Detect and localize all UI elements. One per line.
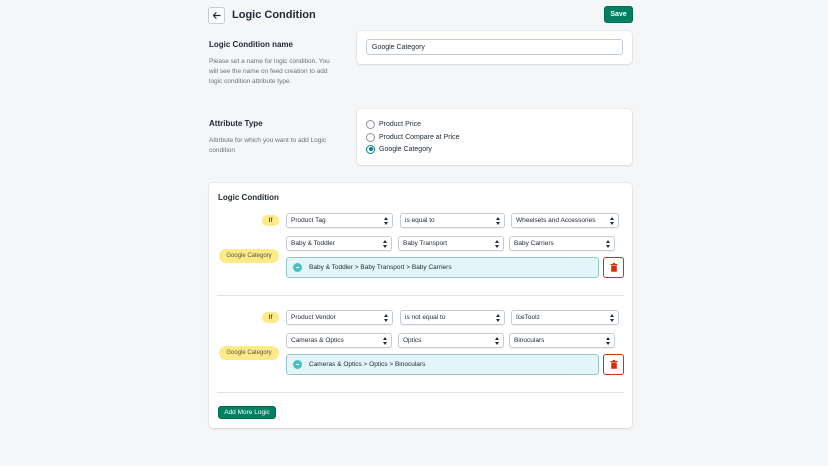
logic-condition-card: Logic Condition If Product Tag is equal … <box>209 183 632 428</box>
logic-name-input[interactable] <box>366 39 623 55</box>
select-value: is equal to <box>405 217 435 224</box>
add-more-logic-button[interactable]: Add More Logic <box>218 406 276 419</box>
attribute-section-title: Attribute Type <box>209 119 263 128</box>
name-section-title: Logic Condition name <box>209 40 293 49</box>
radio-label: Product Price <box>379 120 422 128</box>
select-arrows-icon <box>494 240 499 248</box>
radio-label: Product Compare at Price <box>379 133 460 141</box>
field-select[interactable]: Product Vendor <box>286 310 393 325</box>
radio-google-category[interactable]: Google Category <box>366 144 432 154</box>
radio-product-price[interactable]: Product Price <box>366 119 421 129</box>
select-arrows-icon <box>609 314 614 322</box>
category-level-1-select[interactable]: Cameras & Optics <box>286 333 392 348</box>
if-badge: If <box>262 215 279 226</box>
back-button[interactable] <box>208 7 225 24</box>
radio-button-selected[interactable] <box>366 144 375 154</box>
google-category-badge: Google Category <box>219 346 279 360</box>
delete-condition-button[interactable] <box>603 257 624 278</box>
select-arrows-icon <box>383 314 388 322</box>
select-value: Cameras & Optics <box>291 337 344 344</box>
category-path: Cameras & Optics > Optics > Binoculars <box>286 354 599 375</box>
trash-icon <box>610 360 617 369</box>
attribute-card: Product Price Product Compare at Price G… <box>357 109 632 165</box>
category-level-3-select[interactable]: Baby Carriers <box>509 236 615 251</box>
select-arrows-icon <box>382 337 387 345</box>
trash-icon <box>610 263 617 272</box>
select-value: Wheelsets and Accessories <box>516 217 596 224</box>
minus-circle-icon[interactable] <box>293 263 302 272</box>
select-arrows-icon <box>382 240 387 248</box>
delete-condition-button[interactable] <box>603 354 624 375</box>
select-value: Baby & Toddler <box>291 240 335 247</box>
select-value: Baby Carriers <box>514 240 554 247</box>
select-value: Product Tag <box>291 217 326 224</box>
attribute-section-description: Attribute for which you want to add Logi… <box>209 137 327 154</box>
select-arrows-icon <box>605 337 610 345</box>
select-arrows-icon <box>495 314 500 322</box>
field-select[interactable]: Product Tag <box>286 213 393 228</box>
category-path: Baby & Toddler > Baby Transport > Baby C… <box>286 257 599 278</box>
logic-section-title: Logic Condition <box>218 193 279 202</box>
minus-circle-icon[interactable] <box>293 360 302 369</box>
google-category-badge: Google Category <box>219 249 279 263</box>
save-button[interactable]: Save <box>604 6 633 23</box>
name-section-description: Please set a name for logic condition. Y… <box>209 58 330 85</box>
select-value: Optics <box>403 337 422 344</box>
radio-product-compare-price[interactable]: Product Compare at Price <box>366 132 460 142</box>
select-arrows-icon <box>383 217 388 225</box>
select-value: IceToolz <box>516 314 540 321</box>
operator-select[interactable]: is equal to <box>400 213 505 228</box>
category-path-text: Cameras & Optics > Optics > Binoculars <box>309 361 426 368</box>
select-value: is not equal to <box>405 314 446 321</box>
name-card <box>357 31 632 64</box>
category-level-2-select[interactable]: Baby Transport <box>398 236 504 251</box>
arrow-left-icon <box>212 12 221 19</box>
select-value: Baby Transport <box>403 240 448 247</box>
select-value: Binoculars <box>514 337 545 344</box>
divider <box>217 295 624 296</box>
if-badge: If <box>262 312 279 323</box>
select-arrows-icon <box>494 337 499 345</box>
page-title: Logic Condition <box>232 9 316 21</box>
select-value: Product Vendor <box>291 314 336 321</box>
select-arrows-icon <box>609 217 614 225</box>
category-level-3-select[interactable]: Binoculars <box>509 333 615 348</box>
operator-select[interactable]: is not equal to <box>400 310 505 325</box>
category-path-text: Baby & Toddler > Baby Transport > Baby C… <box>309 264 452 271</box>
radio-button[interactable] <box>366 119 375 129</box>
divider <box>217 392 624 393</box>
select-arrows-icon <box>495 217 500 225</box>
radio-button[interactable] <box>366 132 375 142</box>
value-select[interactable]: Wheelsets and Accessories <box>511 213 619 228</box>
category-level-1-select[interactable]: Baby & Toddler <box>286 236 392 251</box>
select-arrows-icon <box>605 240 610 248</box>
radio-label: Google Category <box>379 145 432 153</box>
value-select[interactable]: IceToolz <box>511 310 619 325</box>
category-level-2-select[interactable]: Optics <box>398 333 504 348</box>
